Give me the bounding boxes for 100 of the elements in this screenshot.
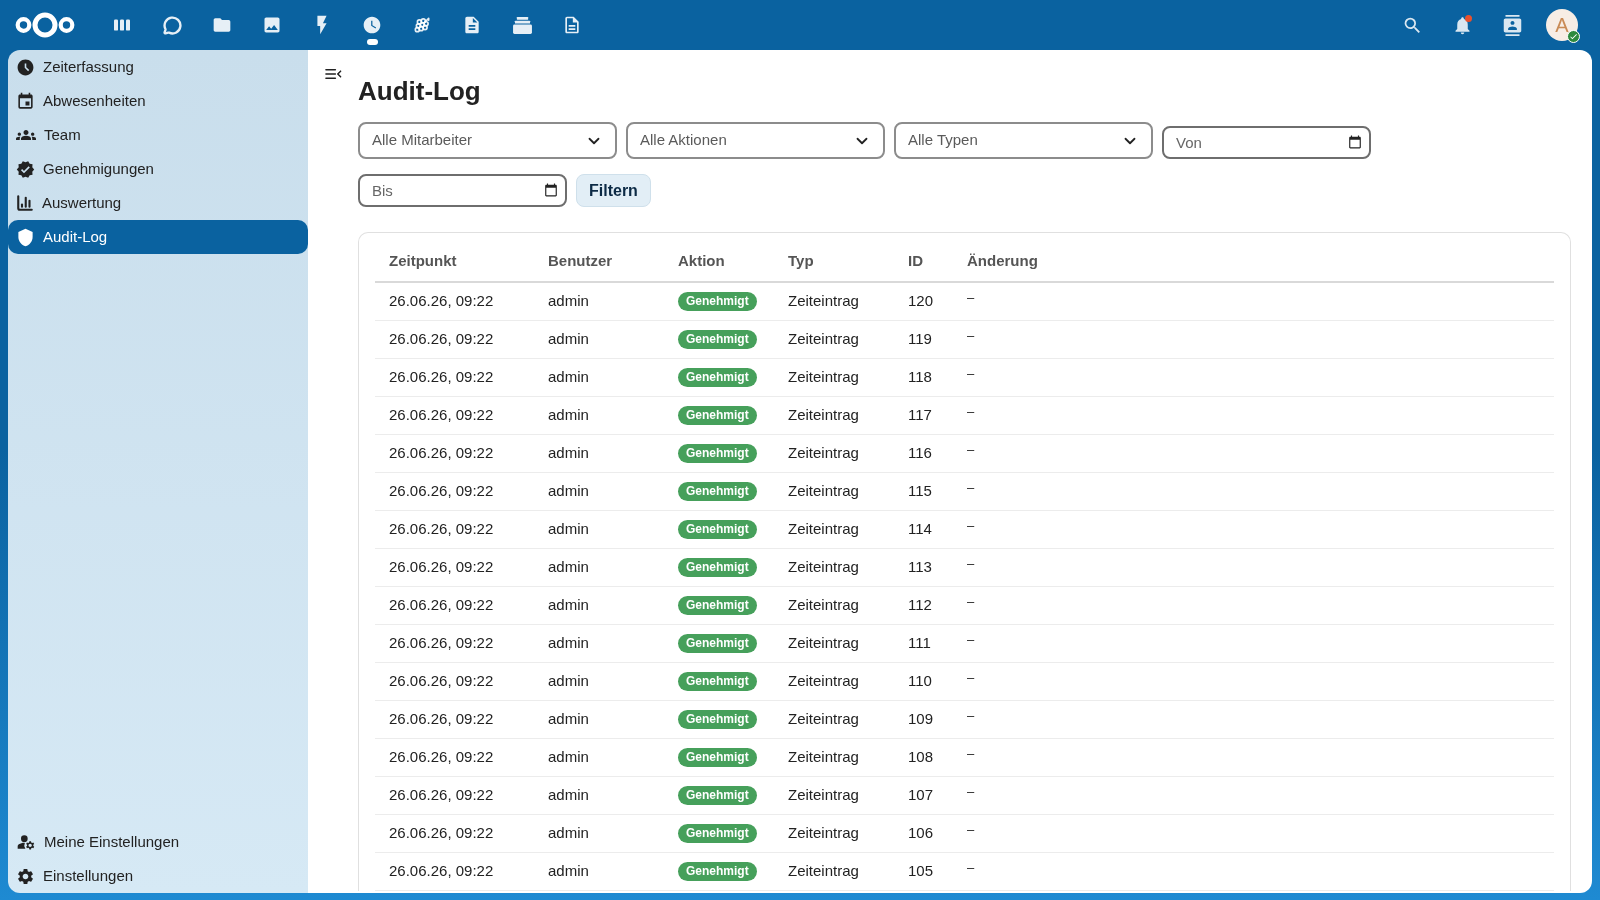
chat-bubble-icon[interactable] bbox=[162, 15, 182, 35]
dropdown[interactable]: Alle Aktionen bbox=[626, 122, 885, 159]
table-cell-text: Zeiteintrag bbox=[788, 557, 859, 578]
table-cell-text: 117 bbox=[908, 405, 932, 426]
table-cell-text: Zeiteintrag bbox=[788, 443, 859, 464]
table-cell: – bbox=[967, 594, 975, 608]
table-cell-text: Zeiteintrag bbox=[788, 367, 859, 388]
table-cell-text: Zeiteintrag bbox=[788, 861, 859, 882]
table-cell-text: Zeiteintrag bbox=[788, 595, 859, 616]
stacked-trays-icon[interactable] bbox=[512, 16, 532, 34]
table-cell-text: Zeiteintrag bbox=[788, 785, 859, 806]
calendar-icon bbox=[16, 91, 35, 111]
table-cell-text: admin bbox=[548, 785, 589, 806]
table-cell: – bbox=[967, 290, 975, 304]
table-cell-text: 110 bbox=[908, 671, 932, 692]
table-cell-text: admin bbox=[548, 481, 589, 502]
table-cell-text: admin bbox=[548, 709, 589, 730]
table-cell: – bbox=[967, 404, 975, 418]
table-cell: – bbox=[967, 632, 975, 646]
table-cell-text: 26.06.26, 09:22 bbox=[389, 709, 494, 730]
table-cell-text: 118 bbox=[908, 367, 932, 388]
status-badge: Genehmigt bbox=[678, 710, 757, 729]
filter-button[interactable]: Filtern bbox=[576, 174, 651, 207]
nav-item[interactable]: Auswertung bbox=[8, 186, 308, 220]
contacts-icon[interactable] bbox=[1501, 14, 1523, 36]
table-cell-text: 26.06.26, 09:22 bbox=[389, 823, 494, 844]
table-cell-text: Zeiteintrag bbox=[788, 291, 859, 312]
table-cell-text: Zeiteintrag bbox=[788, 747, 859, 768]
date-field[interactable]: Von bbox=[1162, 126, 1371, 159]
clock-icon bbox=[16, 57, 35, 77]
table-cell-text: admin bbox=[548, 557, 589, 578]
table-cell-text: 109 bbox=[908, 709, 934, 730]
status-badge: Genehmigt bbox=[678, 672, 757, 691]
bar-chart-icon bbox=[16, 194, 34, 212]
nav-item[interactable]: Team bbox=[8, 118, 308, 152]
dropdown[interactable]: Alle Mitarbeiter bbox=[358, 122, 617, 159]
table-cell-text: 116 bbox=[908, 443, 932, 464]
image-icon[interactable] bbox=[262, 15, 282, 35]
table-cell: – bbox=[967, 670, 975, 684]
table-cell-text: 113 bbox=[908, 557, 932, 578]
table-cell: – bbox=[967, 822, 975, 836]
columns-icon[interactable] bbox=[114, 19, 130, 31]
table-cell-text: admin bbox=[548, 861, 589, 882]
column-header[interactable]: Aktion bbox=[678, 252, 725, 269]
status-badge: Genehmigt bbox=[678, 862, 757, 881]
column-header[interactable]: ID bbox=[908, 252, 923, 269]
column-header[interactable]: Zeitpunkt bbox=[389, 252, 457, 269]
table-cell-text: 26.06.26, 09:22 bbox=[389, 595, 494, 616]
table-cell-text: 26.06.26, 09:22 bbox=[389, 785, 494, 806]
date-field[interactable]: Bis bbox=[358, 174, 567, 207]
table-cell-text: Zeiteintrag bbox=[788, 633, 859, 654]
page-title: Audit-Log bbox=[358, 75, 481, 107]
column-header[interactable]: Änderung bbox=[967, 252, 1038, 269]
collapse-menu-icon[interactable] bbox=[324, 68, 342, 80]
table-cell-text: 106 bbox=[908, 823, 934, 844]
table-cell-text: admin bbox=[548, 367, 589, 388]
table-cell-text: 26.06.26, 09:22 bbox=[389, 861, 494, 882]
status-badge: Genehmigt bbox=[678, 292, 757, 311]
table-cell-text: admin bbox=[548, 633, 589, 654]
verified-badge-icon bbox=[16, 159, 35, 179]
table-cell-text: admin bbox=[548, 291, 589, 312]
table-cell-text: 111 bbox=[908, 633, 931, 654]
document-outline-icon[interactable] bbox=[562, 15, 582, 35]
status-badge: Genehmigt bbox=[678, 330, 757, 349]
dropdown[interactable]: Alle Typen bbox=[894, 122, 1153, 159]
status-badge: Genehmigt bbox=[678, 596, 757, 615]
table-cell-text: admin bbox=[548, 823, 589, 844]
calendar-icon bbox=[1348, 135, 1362, 149]
folder-icon[interactable] bbox=[212, 15, 232, 35]
column-header[interactable]: Benutzer bbox=[548, 252, 613, 269]
nav-item[interactable]: Meine Einstellungen bbox=[8, 825, 308, 859]
column-header[interactable]: Typ bbox=[788, 252, 814, 269]
nav-item[interactable]: Audit-Log bbox=[8, 220, 308, 254]
table-cell-text: 105 bbox=[908, 861, 934, 882]
nav-item[interactable]: Abwesenheiten bbox=[8, 84, 308, 118]
table-cell: – bbox=[967, 480, 975, 494]
document-icon[interactable] bbox=[462, 15, 482, 35]
table-cell-text: Zeiteintrag bbox=[788, 481, 859, 502]
calendar-icon bbox=[544, 183, 558, 197]
table-cell: – bbox=[967, 366, 975, 380]
table-cell-text: 26.06.26, 09:22 bbox=[389, 405, 494, 426]
table-cell-text: Zeiteintrag bbox=[788, 709, 859, 730]
table-cell-text: 120 bbox=[908, 291, 934, 312]
clock-icon[interactable] bbox=[362, 15, 382, 35]
table-cell-text: 108 bbox=[908, 747, 934, 768]
table-cell-text: 114 bbox=[908, 519, 932, 540]
table-cell-text: Zeiteintrag bbox=[788, 329, 859, 350]
table-cell-text: admin bbox=[548, 747, 589, 768]
nav-item[interactable]: Genehmigungen bbox=[8, 152, 308, 186]
cloud-logo[interactable] bbox=[15, 12, 75, 38]
table-cell-text: 26.06.26, 09:22 bbox=[389, 519, 494, 540]
table-cell: – bbox=[967, 518, 975, 532]
grapes-icon[interactable] bbox=[414, 17, 430, 33]
status-badge: Genehmigt bbox=[678, 520, 757, 539]
status-badge: Genehmigt bbox=[678, 444, 757, 463]
table-cell-text: 26.06.26, 09:22 bbox=[389, 291, 494, 312]
table-cell-text: Zeiteintrag bbox=[788, 823, 859, 844]
nav-item[interactable]: Zeiterfassung bbox=[8, 50, 308, 84]
nav-item[interactable]: Einstellungen bbox=[8, 859, 308, 893]
table-cell-text: Zeiteintrag bbox=[788, 671, 859, 692]
